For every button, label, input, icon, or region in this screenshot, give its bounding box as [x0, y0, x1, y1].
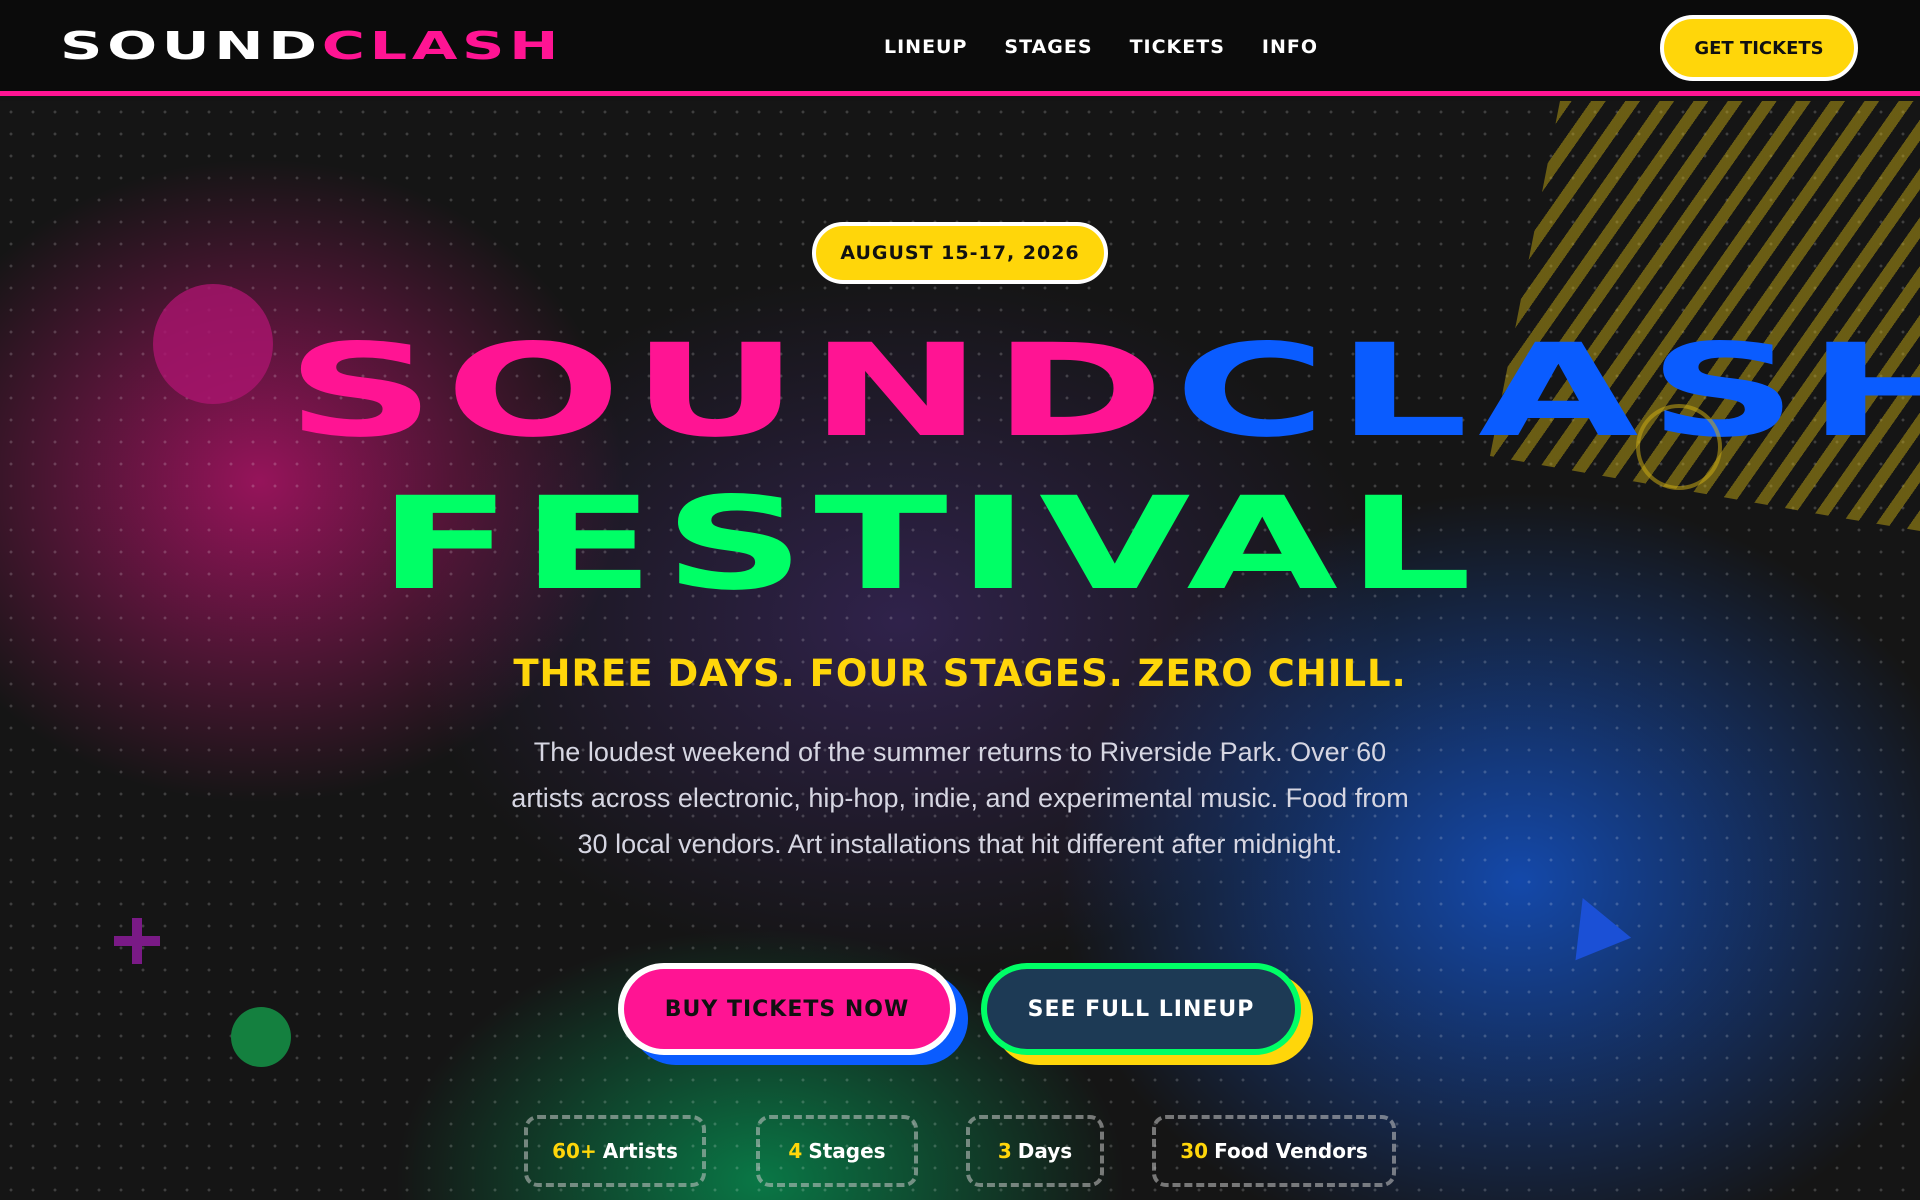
title-clash: CLASH	[1174, 317, 1920, 466]
title-sound: SOUND	[286, 317, 1175, 466]
logo-sound: SOUND	[60, 24, 322, 68]
stat-label: Stages	[808, 1139, 886, 1163]
logo-clash: CLASH	[321, 24, 564, 68]
nav-link-tickets[interactable]: TICKETS	[1130, 36, 1225, 58]
stat-label: Food Vendors	[1214, 1139, 1368, 1163]
stat-number: 3	[997, 1139, 1012, 1163]
hero-tagline: THREE DAYS. FOUR STAGES. ZERO CHILL.	[513, 652, 1407, 695]
hero-title-line2: FESTIVAL	[378, 470, 1482, 619]
nav-links: LINEUP STAGES TICKETS INFO	[884, 36, 1318, 58]
top-navbar: SOUNDCLASH LINEUP STAGES TICKETS INFO GE…	[0, 0, 1920, 96]
stat-number: 4	[788, 1139, 803, 1163]
stat-stages: 4 Stages	[756, 1115, 918, 1187]
stat-food-vendors: 30 Food Vendors	[1152, 1115, 1396, 1187]
ring-decoration	[1636, 404, 1722, 490]
buy-tickets-button[interactable]: BUY TICKETS NOW	[618, 963, 956, 1055]
stat-number: 60+	[552, 1139, 597, 1163]
get-tickets-button[interactable]: GET TICKETS	[1660, 15, 1858, 81]
stat-number: 30	[1180, 1139, 1209, 1163]
pink-circle-decoration	[153, 284, 273, 404]
nav-link-stages[interactable]: STAGES	[1004, 36, 1092, 58]
stat-days: 3 Days	[966, 1115, 1104, 1187]
stat-label: Artists	[602, 1139, 678, 1163]
stats-row: 60+ Artists 4 Stages 3 Days 30 Food Vendors	[0, 1115, 1920, 1189]
green-circle-decoration	[231, 1007, 291, 1067]
plus-icon	[112, 916, 162, 966]
stat-artists: 60+ Artists	[524, 1115, 706, 1187]
hero-description: The loudest weekend of the summer return…	[511, 737, 1409, 859]
site-logo[interactable]: SOUNDCLASH	[60, 22, 563, 70]
nav-link-info[interactable]: INFO	[1262, 36, 1318, 58]
hero-section: AUGUST 15-17, 2026 SOUNDCLASH FESTIVAL T…	[0, 101, 1920, 1200]
see-lineup-button[interactable]: SEE FULL LINEUP	[981, 963, 1301, 1055]
stat-label: Days	[1017, 1139, 1073, 1163]
date-badge: AUGUST 15-17, 2026	[812, 222, 1108, 284]
nav-link-lineup[interactable]: LINEUP	[884, 36, 967, 58]
